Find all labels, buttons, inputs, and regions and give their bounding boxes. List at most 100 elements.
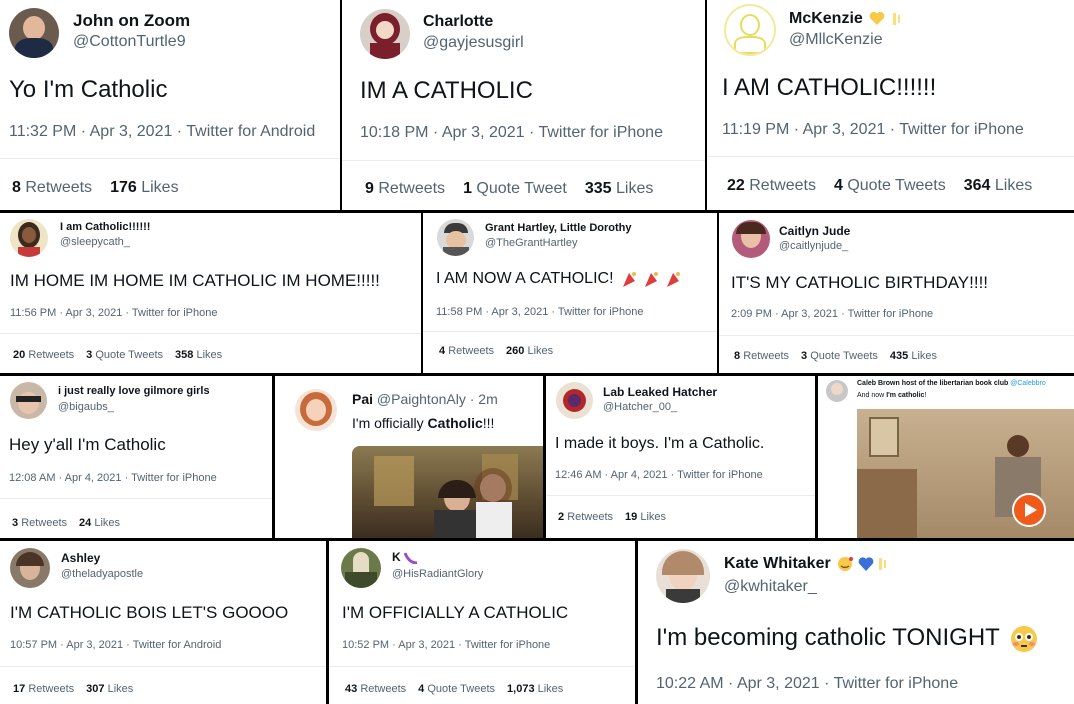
display-name[interactable]: John on Zoom	[73, 11, 190, 31]
likes-stat[interactable]: 364 Likes	[964, 177, 1033, 194]
retweets-stat[interactable]: 22 Retweets	[727, 177, 816, 194]
handle[interactable]: @PaightonAly · 2m	[377, 391, 498, 407]
retweets-stat[interactable]: 8 Retweets	[12, 179, 92, 196]
avatar[interactable]	[10, 548, 50, 588]
retweets-stat[interactable]: 8 Retweets	[734, 350, 789, 362]
likes-stat[interactable]: 335 Likes	[585, 180, 654, 197]
quote-tweets-stat[interactable]: 3 Quote Tweets	[801, 350, 878, 362]
tweet-text: Yo I'm Catholic	[9, 76, 168, 103]
tweet-meta[interactable]: 11:19 PM · Apr 3, 2021 · Twitter for iPh…	[722, 121, 1024, 139]
retweets-stat[interactable]: 3 Retweets	[12, 517, 67, 529]
handle[interactable]: @sleepycath_	[60, 236, 130, 248]
quote-tweets-stat[interactable]: 1 Quote Tweet	[463, 180, 567, 197]
handle[interactable]: @kwhitaker_	[724, 578, 817, 596]
tweet-card-2[interactable]: Charlotte @gayjesusgirl IM A CATHOLIC 10…	[342, 0, 705, 210]
tweet-meta[interactable]: 12:08 AM · Apr 4, 2021 · Twitter for iPh…	[9, 472, 217, 484]
display-name[interactable]: Caitlyn Jude	[779, 224, 850, 238]
likes-stat[interactable]: 435 Likes	[890, 350, 937, 362]
heart-emoji-icon	[869, 11, 885, 26]
divider	[423, 331, 717, 332]
sparkle-emoji-icon	[892, 12, 902, 26]
tweet-text: IT'S MY CATHOLIC BIRTHDAY!!!!	[731, 273, 989, 292]
handle[interactable]: @Calebbro	[1010, 380, 1046, 387]
likes-stat[interactable]: 1,073 Likes	[507, 683, 563, 695]
quote-tweets-stat[interactable]: 4 Quote Tweets	[834, 177, 946, 194]
avatar[interactable]	[437, 219, 474, 256]
tweet-meta[interactable]: 11:32 PM · Apr 3, 2021 · Twitter for And…	[9, 123, 315, 141]
avatar[interactable]	[341, 548, 381, 588]
display-name[interactable]: I am Catholic!!!!!!	[60, 221, 150, 233]
retweets-stat[interactable]: 17 Retweets	[13, 683, 74, 695]
display-name[interactable]: i just really love gilmore girls	[58, 385, 210, 397]
tweet-meta[interactable]: 10:18 PM · Apr 3, 2021 · Twitter for iPh…	[360, 124, 663, 142]
tweet-meta[interactable]: 10:52 PM · Apr 3, 2021 · Twitter for iPh…	[342, 639, 550, 651]
retweets-stat[interactable]: 20 Retweets	[13, 349, 74, 361]
tweet-meta[interactable]: 10:57 PM · Apr 3, 2021 · Twitter for And…	[10, 639, 221, 651]
likes-stat[interactable]: 176 Likes	[110, 179, 179, 196]
avatar[interactable]	[295, 389, 337, 431]
tweet-meta[interactable]: 11:58 PM · Apr 3, 2021 · Twitter for iPh…	[436, 306, 643, 318]
quote-tweets-stat[interactable]: 4 Quote Tweets	[418, 683, 495, 695]
tweet-card-6[interactable]: Caitlyn Jude @caitlynjude_ IT'S MY CATHO…	[719, 213, 1074, 373]
avatar[interactable]	[656, 549, 710, 603]
tweet-card-9[interactable]: Lab Leaked Hatcher @Hatcher_00_ I made i…	[546, 376, 815, 538]
display-name-text: K	[392, 550, 401, 564]
tweet-card-8[interactable]: Pai @PaightonAly · 2m I'm officially Cat…	[275, 376, 543, 538]
handle[interactable]: @caitlynjude_	[779, 240, 848, 252]
likes-stat[interactable]: 24 Likes	[79, 517, 120, 529]
tweet-card-4[interactable]: I am Catholic!!!!!! @sleepycath_ IM HOME…	[0, 213, 421, 373]
avatar[interactable]	[9, 8, 59, 58]
handle[interactable]: @bigaubs_	[58, 401, 114, 413]
divider	[0, 158, 340, 159]
tweet-card-10[interactable]: Caleb Brown host of the libertarian book…	[818, 376, 1074, 538]
handle[interactable]: @gayjesusgirl	[423, 34, 524, 52]
handle[interactable]: @theladyapostle	[61, 568, 143, 580]
tweet-card-3[interactable]: McKenzie @MllcKenzie I AM CATHOLIC!!!!!!…	[707, 0, 1074, 210]
retweets-stat[interactable]: 43 Retweets	[345, 683, 406, 695]
tweet-card-5[interactable]: Grant Hartley, Little Dorothy @TheGrantH…	[423, 213, 717, 373]
tweet-card-7[interactable]: i just really love gilmore girls @bigaub…	[0, 376, 272, 538]
likes-stat[interactable]: 307 Likes	[86, 683, 133, 695]
handle[interactable]: @MllcKenzie	[789, 31, 883, 49]
handle[interactable]: @CottonTurtle9	[73, 33, 186, 51]
avatar[interactable]	[360, 9, 410, 59]
attached-photo[interactable]	[352, 446, 543, 538]
tweet-meta[interactable]: 12:46 AM · Apr 4, 2021 · Twitter for iPh…	[555, 469, 763, 481]
tweet-card-11[interactable]: Ashley @theladyapostle I'M CATHOLIC BOIS…	[0, 541, 326, 704]
avatar[interactable]	[724, 4, 776, 56]
display-name-text: Kate Whitaker	[724, 555, 831, 572]
avatar[interactable]	[732, 220, 770, 258]
display-name[interactable]: Charlotte	[423, 13, 493, 31]
avatar[interactable]	[10, 382, 47, 419]
avatar[interactable]	[10, 219, 48, 257]
display-name[interactable]: Pai @PaightonAly · 2m	[352, 391, 498, 407]
attached-video[interactable]	[857, 409, 1074, 538]
display-name[interactable]: Lab Leaked Hatcher	[603, 385, 717, 399]
retweets-stat[interactable]: 9 Retweets	[365, 180, 445, 197]
retweets-stat[interactable]: 2 Retweets	[558, 511, 613, 523]
display-name[interactable]: Grant Hartley, Little Dorothy	[485, 222, 631, 234]
retweets-stat[interactable]: 4 Retweets	[439, 345, 494, 357]
tweet-meta[interactable]: 2:09 PM · Apr 3, 2021 · Twitter for iPho…	[731, 308, 933, 320]
tweet-meta[interactable]: 10:22 AM · Apr 3, 2021 · Twitter for iPh…	[656, 675, 958, 693]
handle[interactable]: @Hatcher_00_	[603, 401, 677, 413]
tweet-card-1[interactable]: John on Zoom @CottonTurtle9 Yo I'm Catho…	[0, 0, 340, 210]
divider	[0, 498, 272, 499]
tweet-card-12[interactable]: K @HisRadiantGlory I'M OFFICIALLY A CATH…	[329, 541, 635, 704]
likes-stat[interactable]: 19 Likes	[625, 511, 666, 523]
display-name[interactable]: Ashley	[61, 551, 100, 565]
likes-stat[interactable]: 358 Likes	[175, 349, 222, 361]
play-icon[interactable]	[1012, 493, 1046, 527]
avatar[interactable]	[826, 380, 848, 402]
display-name[interactable]: K	[392, 550, 418, 565]
tweet-meta[interactable]: 11:56 PM · Apr 3, 2021 · Twitter for iPh…	[10, 307, 217, 319]
avatar[interactable]	[556, 382, 593, 419]
display-name[interactable]: Caleb Brown host of the libertarian book…	[857, 380, 1046, 387]
display-name[interactable]: McKenzie	[789, 10, 902, 28]
likes-stat[interactable]: 260 Likes	[506, 345, 553, 357]
handle[interactable]: @HisRadiantGlory	[392, 568, 483, 580]
quote-tweets-stat[interactable]: 3 Quote Tweets	[86, 349, 163, 361]
display-name[interactable]: Kate Whitaker	[724, 555, 888, 573]
tweet-card-13[interactable]: Kate Whitaker @kwhitaker_ I'm becoming c…	[638, 541, 1074, 704]
handle[interactable]: @TheGrantHartley	[485, 237, 577, 249]
